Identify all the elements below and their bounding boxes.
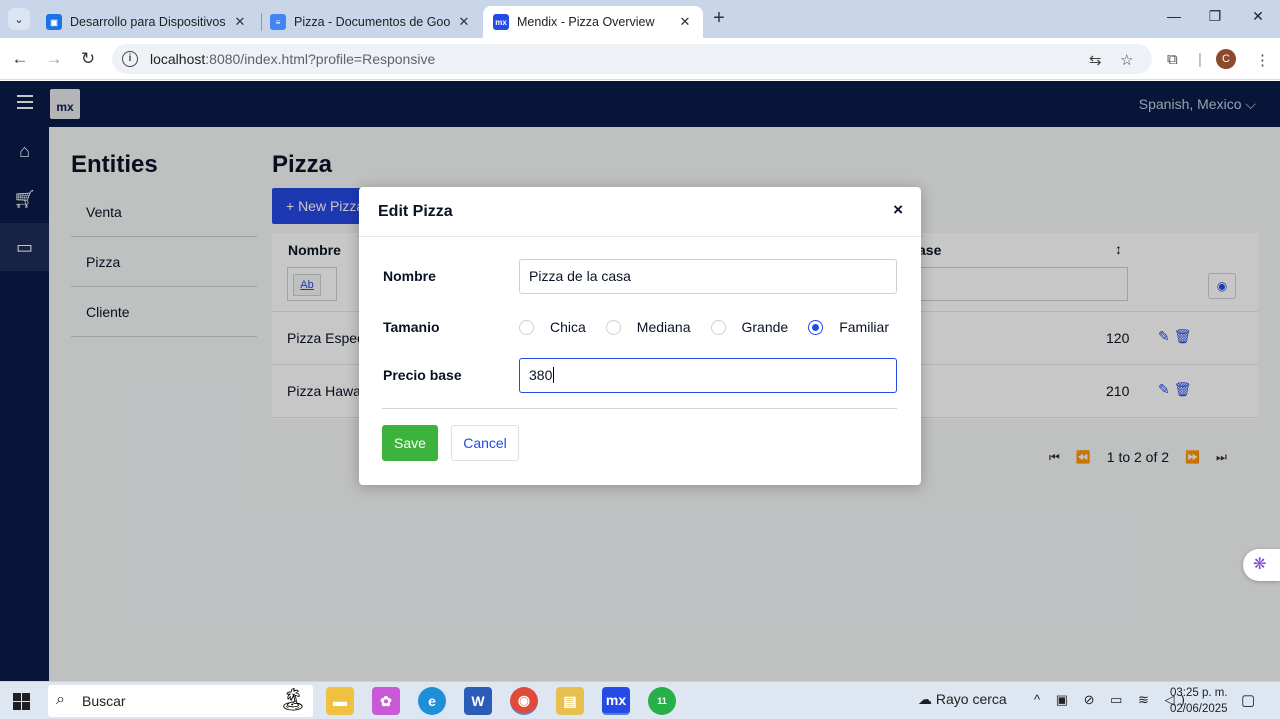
radio-button[interactable] (519, 319, 534, 335)
weather-widget[interactable]: ☁︎ Rayo cerca (918, 691, 1007, 708)
whatsapp-icon[interactable]: 11 (648, 687, 676, 715)
chrome-icon[interactable]: ◉ (510, 687, 538, 715)
site-info-icon[interactable]: i (122, 51, 138, 67)
radio-label: Familiar (839, 319, 889, 335)
reload-button[interactable]: ↻ (77, 48, 99, 70)
copilot-icon[interactable]: ✿ (372, 687, 400, 715)
browser-toolbar: ← → ↻ i localhost:8080/index.html?profil… (0, 38, 1280, 80)
edit-pizza-dialog: Edit Pizza × Nombre Pizza de la casa Tam… (359, 187, 921, 485)
radio-grande[interactable]: Grande (710, 319, 789, 335)
precio-base-input[interactable]: 380 (519, 358, 897, 393)
clock-date: 02/06/2025 (1170, 703, 1228, 715)
menu-kebab-icon[interactable]: ⋮ (1255, 51, 1270, 69)
radio-label: Chica (550, 319, 586, 335)
tab-title: Pizza - Documentos de Google (294, 15, 450, 29)
tab-mendix[interactable]: mx Mendix - Pizza Overview ✕ (483, 6, 703, 38)
radio-familiar[interactable]: Familiar (808, 319, 889, 335)
taskbar-search[interactable]: ⌕ Buscar 🏝︎ (48, 685, 313, 717)
mendix-taskbar-icon[interactable]: mx (602, 687, 630, 715)
tab-pizza-docs[interactable]: ≡ Pizza - Documentos de Google ✕ (260, 6, 482, 38)
assistant-brain-icon[interactable]: ❋ (1243, 549, 1280, 581)
profile-avatar[interactable]: C (1216, 49, 1236, 69)
url-text: localhost:8080/index.html?profile=Respon… (150, 51, 436, 67)
tamanio-label: Tamanio (383, 319, 440, 335)
dialog-header: Edit Pizza × (359, 187, 921, 237)
tab-title: Desarrollo para Dispositivos Int (70, 15, 226, 29)
translate-icon[interactable]: ⇆ (1089, 51, 1102, 69)
new-tab-button[interactable]: + (708, 7, 730, 29)
system-tray-icons[interactable]: ^ ▣ ⊘ ▭ ≋ ◁) (1034, 692, 1191, 708)
radio-mediana[interactable]: Mediana (605, 319, 691, 335)
dialog-divider (382, 408, 897, 409)
docs-favicon-icon: ≡ (270, 14, 286, 30)
close-tab-icon[interactable]: ✕ (456, 14, 472, 30)
mendix-favicon-icon: mx (493, 14, 509, 30)
bookmark-star-icon[interactable]: ☆ (1120, 51, 1133, 69)
radio-chica[interactable]: Chica (519, 319, 586, 335)
save-button[interactable]: Save (382, 425, 438, 461)
cancel-button[interactable]: Cancel (451, 425, 519, 461)
search-highlight-icon: 🏝︎ (279, 687, 307, 712)
browser-tab-strip: ⌄ ▣ Desarrollo para Dispositivos Int ✕ ≡… (0, 0, 1280, 38)
nombre-input[interactable]: Pizza de la casa (519, 259, 897, 294)
clock-time: 03:25 p. m. (1170, 687, 1228, 699)
folder-icon[interactable]: ▤ (556, 687, 584, 715)
word-icon[interactable]: W (464, 687, 492, 715)
classroom-favicon-icon: ▣ (46, 14, 62, 30)
close-window-button[interactable]: ✕ (1243, 8, 1273, 25)
notifications-icon[interactable]: ▢ (1241, 691, 1255, 709)
file-explorer-icon[interactable]: ▬ (326, 687, 354, 715)
restore-button[interactable]: ❐ (1200, 8, 1230, 25)
close-icon[interactable]: × (893, 200, 903, 220)
nombre-label: Nombre (383, 268, 436, 284)
tab-desarrollo[interactable]: ▣ Desarrollo para Dispositivos Int ✕ (36, 6, 258, 38)
text-cursor (553, 367, 555, 383)
search-placeholder: Buscar (82, 693, 126, 709)
address-bar[interactable]: i localhost:8080/index.html?profile=Resp… (112, 44, 1152, 74)
radio-button[interactable] (605, 319, 621, 335)
precio-value: 380 (529, 367, 553, 383)
edge-icon[interactable]: e (418, 687, 446, 715)
back-button[interactable]: ← (9, 48, 31, 70)
windows-start-icon[interactable] (13, 693, 30, 710)
toolbar-divider: | (1198, 51, 1202, 68)
precio-base-label: Precio base (383, 367, 462, 383)
minimize-button[interactable]: — (1159, 8, 1189, 24)
radio-label: Grande (741, 319, 789, 335)
dialog-title: Edit Pizza (378, 203, 453, 220)
windows-taskbar: ⌕ Buscar 🏝︎ ▬ ✿ e W ◉ ▤ mx 11 ☁︎ Rayo ce… (0, 681, 1280, 719)
close-tab-icon[interactable]: ✕ (677, 14, 693, 30)
search-icon: ⌕ (56, 691, 65, 708)
radio-button[interactable] (710, 319, 726, 335)
radio-label: Mediana (636, 319, 691, 335)
tab-search-button[interactable]: ⌄ (8, 8, 30, 30)
extensions-icon[interactable]: ⧉ (1167, 51, 1178, 68)
whatsapp-badge: 11 (657, 696, 667, 706)
tab-title: Mendix - Pizza Overview (517, 15, 655, 29)
close-tab-icon[interactable]: ✕ (232, 14, 248, 30)
tamanio-radio-group: Chica Mediana Grande Familiar (519, 319, 909, 335)
clock[interactable]: 03:25 p. m. 02/06/2025 (1170, 685, 1228, 717)
forward-button[interactable]: → (43, 48, 65, 70)
radio-button-selected[interactable] (808, 319, 824, 335)
